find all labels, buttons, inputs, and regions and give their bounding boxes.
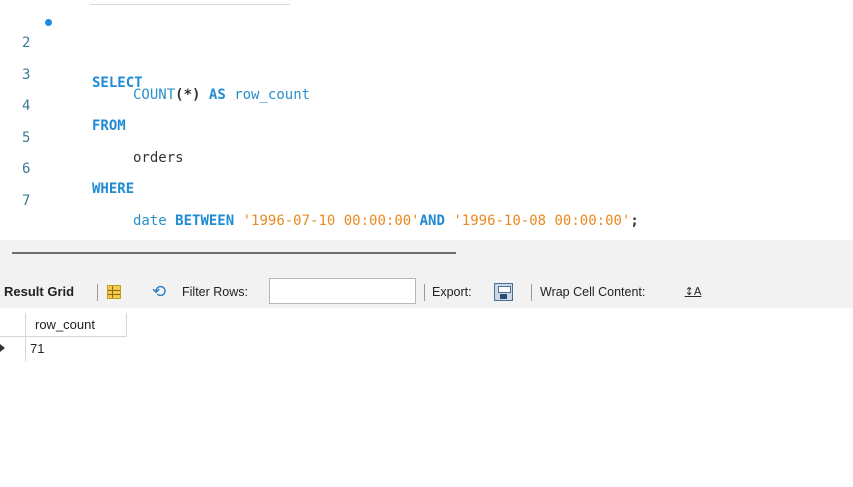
toolbar-separator: [531, 284, 532, 301]
splitter-handle[interactable]: [12, 252, 456, 254]
export-label: Export:: [432, 285, 472, 299]
code-line: 6 WHERE: [0, 139, 134, 197]
column-date: date: [133, 213, 167, 229]
row-selector[interactable]: [0, 337, 26, 361]
count-args: (*): [175, 87, 201, 103]
filter-rows-input[interactable]: [269, 278, 416, 304]
keyword-between: BETWEEN: [175, 213, 235, 229]
code-line: 3 COUNT(*) AS row_count: [0, 45, 310, 103]
statement-marker-icon: [45, 19, 52, 26]
sql-editor[interactable]: 2 SELECT 3 COUNT(*) AS row_count 4 FROM …: [0, 0, 853, 240]
wrap-cell-content-label: Wrap Cell Content:: [540, 285, 646, 299]
code-text: COUNT(*) AS row_count: [133, 85, 310, 105]
code-line: 7 date BETWEEN '1996-07-10 00:00:00'AND …: [0, 171, 639, 229]
wrap-cell-icon[interactable]: ↕A: [684, 284, 702, 300]
code-text: orders: [133, 148, 184, 168]
keyword-and: AND: [419, 213, 445, 229]
result-grid: row_count 71: [0, 308, 853, 487]
date-from-literal: '1996-07-10 00:00:00': [242, 213, 420, 229]
code-line: 2 SELECT: [0, 13, 143, 91]
table-name: orders: [133, 150, 184, 166]
keyword-from: FROM: [92, 118, 126, 134]
code-line: 5 orders: [0, 108, 184, 166]
grid-view-icon[interactable]: [107, 285, 121, 299]
code-text: date BETWEEN '1996-07-10 00:00:00'AND '1…: [133, 211, 639, 231]
keyword-where: WHERE: [92, 181, 135, 197]
alias-name: row_count: [234, 87, 311, 103]
current-row-pointer-icon: [0, 344, 5, 352]
result-grid-tab[interactable]: Result Grid: [4, 276, 74, 308]
result-toolbar: Result Grid ⟲ Filter Rows: Export: Wrap …: [0, 276, 853, 308]
column-header-row-count[interactable]: row_count: [26, 313, 127, 337]
export-icon[interactable]: [494, 283, 513, 301]
date-to-literal: '1996-10-08 00:00:00': [453, 213, 631, 229]
filter-rows-label: Filter Rows:: [182, 285, 248, 299]
panel-splitter[interactable]: [0, 240, 853, 276]
statement-terminator: ;: [630, 213, 639, 229]
code-line: 4 FROM: [0, 76, 126, 134]
previous-line-fragment: [90, 0, 290, 5]
grid-header-row: row_count: [0, 313, 127, 337]
refresh-icon[interactable]: ⟲: [146, 282, 172, 302]
toolbar-separator: [424, 284, 425, 301]
keyword-as: AS: [208, 87, 226, 103]
table-row[interactable]: 71: [0, 337, 127, 361]
row-header-corner[interactable]: [0, 313, 26, 337]
line-number: 7: [22, 193, 31, 209]
function-count: COUNT: [133, 87, 176, 103]
toolbar-separator: [97, 284, 98, 301]
table-cell[interactable]: 71: [26, 337, 44, 361]
code-text: FROM: [92, 116, 126, 136]
code-text: WHERE: [92, 179, 134, 199]
